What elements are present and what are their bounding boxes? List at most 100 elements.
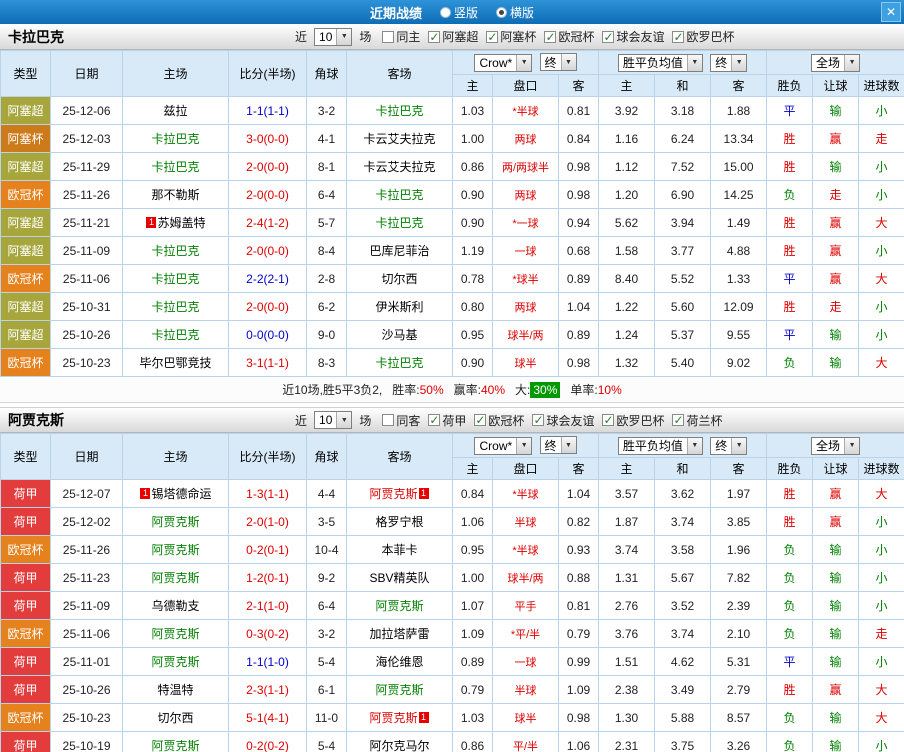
team-link[interactable]: 阿贾克斯: [151, 543, 199, 557]
home-team[interactable]: 特温特: [122, 675, 229, 704]
filter-checkbox-同主[interactable]: 同主: [382, 28, 420, 45]
team-link[interactable]: 特温特: [157, 683, 193, 697]
recent-count-select[interactable]: 10 ▼: [314, 27, 353, 46]
away-team[interactable]: 卡拉巴克: [346, 348, 453, 377]
filter-checkbox-欧罗巴杯[interactable]: ✓ 欧罗巴杯: [672, 28, 734, 45]
home-team[interactable]: 卡拉巴克: [122, 152, 229, 181]
away-team[interactable]: 伊米斯利: [346, 292, 453, 321]
avg-time-select[interactable]: 终 ▼: [710, 53, 748, 72]
scope-select[interactable]: 全场 ▼: [811, 436, 861, 455]
away-team[interactable]: 卡拉巴克: [346, 180, 453, 209]
team-link[interactable]: 卡拉巴克: [375, 356, 423, 370]
home-team[interactable]: 乌德勒支: [122, 591, 229, 620]
home-team[interactable]: 阿贾克斯: [122, 647, 229, 676]
home-team[interactable]: 卡拉巴克: [122, 264, 229, 293]
away-team[interactable]: 阿尔克马尔: [346, 731, 453, 752]
team-link[interactable]: 卡拉巴克: [375, 104, 423, 118]
home-team[interactable]: 卡拉巴克: [122, 292, 229, 321]
home-team[interactable]: 卡拉巴克: [122, 236, 229, 265]
away-team[interactable]: 切尔西: [346, 264, 453, 293]
away-team[interactable]: 阿贾克斯 1: [346, 703, 453, 732]
home-team[interactable]: 阿贾克斯: [122, 563, 229, 592]
team-link[interactable]: 阿贾克斯: [151, 515, 199, 529]
avg-select[interactable]: 胜平负均值 ▼: [617, 436, 703, 455]
team-link[interactable]: 阿尔克马尔: [369, 739, 429, 752]
team-link[interactable]: 阿贾克斯: [369, 711, 417, 725]
avg-time-select[interactable]: 终 ▼: [710, 436, 748, 455]
odds-time-select[interactable]: 终 ▼: [539, 436, 577, 455]
team-link[interactable]: 卡拉巴克: [151, 160, 199, 174]
team-link[interactable]: 苏姆盖特: [157, 216, 205, 230]
team-link[interactable]: 卡拉巴克: [151, 300, 199, 314]
bookmaker-select[interactable]: Crow* ▼: [474, 53, 533, 72]
filter-checkbox-欧冠杯[interactable]: ✓ 欧冠杯: [474, 412, 524, 429]
team-link[interactable]: 阿贾克斯: [151, 655, 199, 669]
away-team[interactable]: 加拉塔萨雷: [346, 619, 453, 648]
team-link[interactable]: 阿贾克斯: [151, 739, 199, 752]
team-link[interactable]: 毕尔巴鄂竞技: [139, 356, 211, 370]
home-team[interactable]: 卡拉巴克: [122, 124, 229, 153]
filter-checkbox-欧罗巴杯[interactable]: ✓ 欧罗巴杯: [602, 412, 664, 429]
team-link[interactable]: 切尔西: [157, 711, 193, 725]
close-icon[interactable]: ✕: [881, 2, 901, 22]
team-link[interactable]: 格罗宁根: [375, 515, 423, 529]
away-team[interactable]: 阿贾克斯 1: [346, 479, 453, 508]
avg-select[interactable]: 胜平负均值 ▼: [617, 53, 703, 72]
away-team[interactable]: 海伦维恩: [346, 647, 453, 676]
team-link[interactable]: 本菲卡: [381, 543, 417, 557]
team-link[interactable]: 巴库尼菲治: [369, 244, 429, 258]
filter-checkbox-球会友谊[interactable]: ✓ 球会友谊: [602, 28, 664, 45]
team-link[interactable]: 卡拉巴克: [375, 216, 423, 230]
home-team[interactable]: 那不勒斯: [122, 180, 229, 209]
home-team[interactable]: 切尔西: [122, 703, 229, 732]
away-team[interactable]: 卡拉巴克: [346, 96, 453, 125]
team-link[interactable]: 卡云艾夫拉克: [363, 160, 435, 174]
team-link[interactable]: 卡拉巴克: [151, 328, 199, 342]
home-team[interactable]: 卡拉巴克: [122, 320, 229, 349]
home-team[interactable]: 1 锡塔德命运: [122, 479, 229, 508]
recent-count-select[interactable]: 10 ▼: [314, 411, 353, 429]
away-team[interactable]: SBV精英队: [346, 563, 453, 592]
layout-radio-vertical[interactable]: 竖版: [439, 4, 478, 21]
away-team[interactable]: 沙马基: [346, 320, 453, 349]
team-link[interactable]: 阿贾克斯: [151, 627, 199, 641]
filter-checkbox-荷甲[interactable]: ✓ 荷甲: [428, 412, 466, 429]
home-team[interactable]: 1 苏姆盖特: [122, 208, 229, 237]
team-link[interactable]: SBV精英队: [369, 571, 429, 585]
away-team[interactable]: 阿贾克斯: [346, 591, 453, 620]
team-link[interactable]: 伊米斯利: [375, 300, 423, 314]
layout-radio-horizontal[interactable]: 横版: [496, 4, 534, 21]
home-team[interactable]: 毕尔巴鄂竞技: [122, 348, 229, 377]
home-team[interactable]: 阿贾克斯: [122, 507, 229, 536]
team-link[interactable]: 切尔西: [381, 272, 417, 286]
away-team[interactable]: 巴库尼菲治: [346, 236, 453, 265]
bookmaker-select[interactable]: Crow* ▼: [474, 436, 533, 455]
home-team[interactable]: 阿贾克斯: [122, 619, 229, 648]
team-link[interactable]: 沙马基: [381, 328, 417, 342]
team-link[interactable]: 锡塔德命运: [151, 487, 211, 501]
team-link[interactable]: 阿贾克斯: [369, 487, 417, 501]
away-team[interactable]: 卡云艾夫拉克: [346, 124, 453, 153]
away-team[interactable]: 阿贾克斯: [346, 675, 453, 704]
team-link[interactable]: 乌德勒支: [151, 599, 199, 613]
scope-select[interactable]: 全场 ▼: [811, 53, 861, 72]
team-link[interactable]: 那不勒斯: [151, 188, 199, 202]
team-link[interactable]: 加拉塔萨雷: [369, 627, 429, 641]
filter-checkbox-阿塞超[interactable]: ✓ 阿塞超: [428, 28, 478, 45]
team-link[interactable]: 卡拉巴克: [151, 272, 199, 286]
filter-checkbox-球会友谊[interactable]: ✓ 球会友谊: [532, 412, 594, 429]
home-team[interactable]: 兹拉: [122, 96, 229, 125]
team-link[interactable]: 兹拉: [163, 104, 187, 118]
odds-time-select[interactable]: 终 ▼: [539, 53, 577, 72]
team-link[interactable]: 阿贾克斯: [375, 683, 423, 697]
home-team[interactable]: 阿贾克斯: [122, 731, 229, 752]
away-team[interactable]: 格罗宁根: [346, 507, 453, 536]
team-link[interactable]: 卡拉巴克: [151, 244, 199, 258]
team-link[interactable]: 卡拉巴克: [375, 188, 423, 202]
filter-checkbox-同客[interactable]: 同客: [382, 412, 420, 429]
home-team[interactable]: 阿贾克斯: [122, 535, 229, 564]
team-link[interactable]: 卡拉巴克: [151, 132, 199, 146]
filter-checkbox-荷兰杯[interactable]: ✓ 荷兰杯: [672, 412, 722, 429]
filter-checkbox-欧冠杯[interactable]: ✓ 欧冠杯: [544, 28, 594, 45]
away-team[interactable]: 本菲卡: [346, 535, 453, 564]
